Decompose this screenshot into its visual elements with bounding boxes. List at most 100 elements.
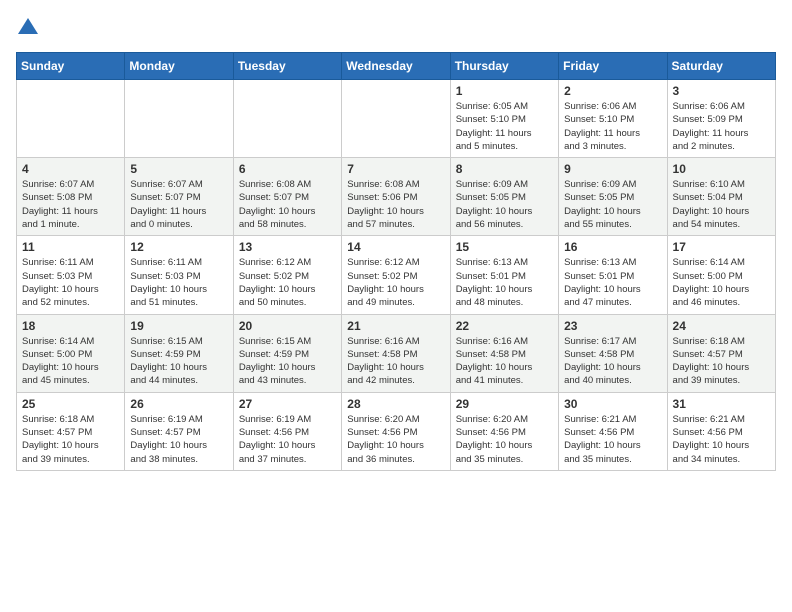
weekday-header-tuesday: Tuesday <box>233 53 341 80</box>
day-content: Sunrise: 6:08 AM Sunset: 5:07 PM Dayligh… <box>239 178 336 231</box>
calendar-cell: 17Sunrise: 6:14 AM Sunset: 5:00 PM Dayli… <box>667 236 775 314</box>
day-content: Sunrise: 6:09 AM Sunset: 5:05 PM Dayligh… <box>456 178 553 231</box>
calendar-cell <box>342 80 450 158</box>
calendar-cell: 22 Sunrise: 6:16 AM Sunset: 4:58 PM Dayli… <box>450 314 558 392</box>
day-number: 11 <box>22 240 119 254</box>
day-content: Sunrise: 6:20 AM Sunset: 4:56 PM Dayligh… <box>347 413 444 466</box>
day-content: Sunrise: 6:08 AM Sunset: 5:06 PM Dayligh… <box>347 178 444 231</box>
day-content: Sunrise: 6:19 AM Sunset: 4:56 PM Dayligh… <box>239 413 336 466</box>
day-content: Sunrise: 6:12 AM Sunset: 5:02 PM Dayligh… <box>347 256 444 309</box>
day-number: 21 <box>347 319 444 333</box>
calendar-header-row: SundayMondayTuesdayWednesdayThursdayFrid… <box>17 53 776 80</box>
weekday-header-thursday: Thursday <box>450 53 558 80</box>
calendar-week-row: 4 Sunrise: 6:07 AM Sunset: 5:08 PM Daylig… <box>17 158 776 236</box>
day-number: 4 <box>22 162 119 176</box>
day-number: 26 <box>130 397 227 411</box>
calendar-cell: 12Sunrise: 6:11 AM Sunset: 5:03 PM Dayli… <box>125 236 233 314</box>
calendar-cell: 13Sunrise: 6:12 AM Sunset: 5:02 PM Dayli… <box>233 236 341 314</box>
calendar-week-row: 1 Sunrise: 6:05 AM Sunset: 5:10 PM Daylig… <box>17 80 776 158</box>
calendar-cell: 30 Sunrise: 6:21 AM Sunset: 4:56 PM Dayli… <box>559 392 667 470</box>
day-content: Sunrise: 6:09 AM Sunset: 5:05 PM Dayligh… <box>564 178 661 231</box>
day-number: 19 <box>130 319 227 333</box>
day-number: 9 <box>564 162 661 176</box>
calendar-cell: 2 Sunrise: 6:06 AM Sunset: 5:10 PM Daylig… <box>559 80 667 158</box>
logo-icon <box>16 16 40 40</box>
calendar-cell: 28 Sunrise: 6:20 AM Sunset: 4:56 PM Dayli… <box>342 392 450 470</box>
day-number: 1 <box>456 84 553 98</box>
weekday-header-friday: Friday <box>559 53 667 80</box>
calendar-cell: 20 Sunrise: 6:15 AM Sunset: 4:59 PM Dayli… <box>233 314 341 392</box>
day-content: Sunrise: 6:21 AM Sunset: 4:56 PM Dayligh… <box>564 413 661 466</box>
day-number: 2 <box>564 84 661 98</box>
calendar-cell: 26 Sunrise: 6:19 AM Sunset: 4:57 PM Dayli… <box>125 392 233 470</box>
day-number: 3 <box>673 84 770 98</box>
day-content: Sunrise: 6:20 AM Sunset: 4:56 PM Dayligh… <box>456 413 553 466</box>
calendar-cell: 23Sunrise: 6:17 AM Sunset: 4:58 PM Dayli… <box>559 314 667 392</box>
calendar-cell: 7 Sunrise: 6:08 AM Sunset: 5:06 PM Daylig… <box>342 158 450 236</box>
calendar-cell: 18 Sunrise: 6:14 AM Sunset: 5:00 PM Dayli… <box>17 314 125 392</box>
calendar-table: SundayMondayTuesdayWednesdayThursdayFrid… <box>16 52 776 471</box>
day-number: 8 <box>456 162 553 176</box>
calendar-cell: 14 Sunrise: 6:12 AM Sunset: 5:02 PM Dayli… <box>342 236 450 314</box>
calendar-cell: 1 Sunrise: 6:05 AM Sunset: 5:10 PM Daylig… <box>450 80 558 158</box>
calendar-cell: 31Sunrise: 6:21 AM Sunset: 4:56 PM Dayli… <box>667 392 775 470</box>
day-content: Sunrise: 6:13 AM Sunset: 5:01 PM Dayligh… <box>564 256 661 309</box>
calendar-cell <box>233 80 341 158</box>
day-number: 29 <box>456 397 553 411</box>
calendar-week-row: 11 Sunrise: 6:11 AM Sunset: 5:03 PM Dayli… <box>17 236 776 314</box>
logo <box>16 16 44 40</box>
day-number: 30 <box>564 397 661 411</box>
day-number: 14 <box>347 240 444 254</box>
day-content: Sunrise: 6:11 AM Sunset: 5:03 PM Dayligh… <box>22 256 119 309</box>
weekday-header-wednesday: Wednesday <box>342 53 450 80</box>
day-content: Sunrise: 6:14 AM Sunset: 5:00 PM Dayligh… <box>22 335 119 388</box>
day-content: Sunrise: 6:16 AM Sunset: 4:58 PM Dayligh… <box>347 335 444 388</box>
day-content: Sunrise: 6:05 AM Sunset: 5:10 PM Dayligh… <box>456 100 553 153</box>
day-number: 23 <box>564 319 661 333</box>
day-number: 16 <box>564 240 661 254</box>
day-content: Sunrise: 6:14 AM Sunset: 5:00 PM Dayligh… <box>673 256 770 309</box>
calendar-week-row: 18 Sunrise: 6:14 AM Sunset: 5:00 PM Dayli… <box>17 314 776 392</box>
day-content: Sunrise: 6:16 AM Sunset: 4:58 PM Dayligh… <box>456 335 553 388</box>
calendar-cell: 10 Sunrise: 6:10 AM Sunset: 5:04 PM Dayli… <box>667 158 775 236</box>
calendar-cell: 8 Sunrise: 6:09 AM Sunset: 5:05 PM Daylig… <box>450 158 558 236</box>
day-content: Sunrise: 6:10 AM Sunset: 5:04 PM Dayligh… <box>673 178 770 231</box>
calendar-cell: 6Sunrise: 6:08 AM Sunset: 5:07 PM Daylig… <box>233 158 341 236</box>
calendar-cell <box>125 80 233 158</box>
calendar-cell: 5 Sunrise: 6:07 AM Sunset: 5:07 PM Daylig… <box>125 158 233 236</box>
calendar-cell: 25 Sunrise: 6:18 AM Sunset: 4:57 PM Dayli… <box>17 392 125 470</box>
day-content: Sunrise: 6:15 AM Sunset: 4:59 PM Dayligh… <box>239 335 336 388</box>
day-content: Sunrise: 6:06 AM Sunset: 5:10 PM Dayligh… <box>564 100 661 153</box>
calendar-cell: 21 Sunrise: 6:16 AM Sunset: 4:58 PM Dayli… <box>342 314 450 392</box>
calendar-week-row: 25 Sunrise: 6:18 AM Sunset: 4:57 PM Dayli… <box>17 392 776 470</box>
day-content: Sunrise: 6:18 AM Sunset: 4:57 PM Dayligh… <box>673 335 770 388</box>
calendar-cell: 11 Sunrise: 6:11 AM Sunset: 5:03 PM Dayli… <box>17 236 125 314</box>
calendar-cell: 19Sunrise: 6:15 AM Sunset: 4:59 PM Dayli… <box>125 314 233 392</box>
calendar-cell: 15 Sunrise: 6:13 AM Sunset: 5:01 PM Dayli… <box>450 236 558 314</box>
day-content: Sunrise: 6:11 AM Sunset: 5:03 PM Dayligh… <box>130 256 227 309</box>
day-number: 22 <box>456 319 553 333</box>
calendar-cell: 16 Sunrise: 6:13 AM Sunset: 5:01 PM Dayli… <box>559 236 667 314</box>
day-number: 25 <box>22 397 119 411</box>
day-number: 27 <box>239 397 336 411</box>
day-content: Sunrise: 6:07 AM Sunset: 5:07 PM Dayligh… <box>130 178 227 231</box>
day-content: Sunrise: 6:21 AM Sunset: 4:56 PM Dayligh… <box>673 413 770 466</box>
day-content: Sunrise: 6:18 AM Sunset: 4:57 PM Dayligh… <box>22 413 119 466</box>
day-number: 20 <box>239 319 336 333</box>
calendar-cell: 24 Sunrise: 6:18 AM Sunset: 4:57 PM Dayli… <box>667 314 775 392</box>
day-number: 5 <box>130 162 227 176</box>
day-number: 15 <box>456 240 553 254</box>
weekday-header-saturday: Saturday <box>667 53 775 80</box>
calendar-cell: 9 Sunrise: 6:09 AM Sunset: 5:05 PM Daylig… <box>559 158 667 236</box>
day-content: Sunrise: 6:13 AM Sunset: 5:01 PM Dayligh… <box>456 256 553 309</box>
day-number: 7 <box>347 162 444 176</box>
day-content: Sunrise: 6:19 AM Sunset: 4:57 PM Dayligh… <box>130 413 227 466</box>
calendar-cell: 3Sunrise: 6:06 AM Sunset: 5:09 PM Daylig… <box>667 80 775 158</box>
day-number: 18 <box>22 319 119 333</box>
day-number: 28 <box>347 397 444 411</box>
day-number: 10 <box>673 162 770 176</box>
day-number: 24 <box>673 319 770 333</box>
day-content: Sunrise: 6:07 AM Sunset: 5:08 PM Dayligh… <box>22 178 119 231</box>
page-header <box>16 16 776 40</box>
calendar-cell <box>17 80 125 158</box>
